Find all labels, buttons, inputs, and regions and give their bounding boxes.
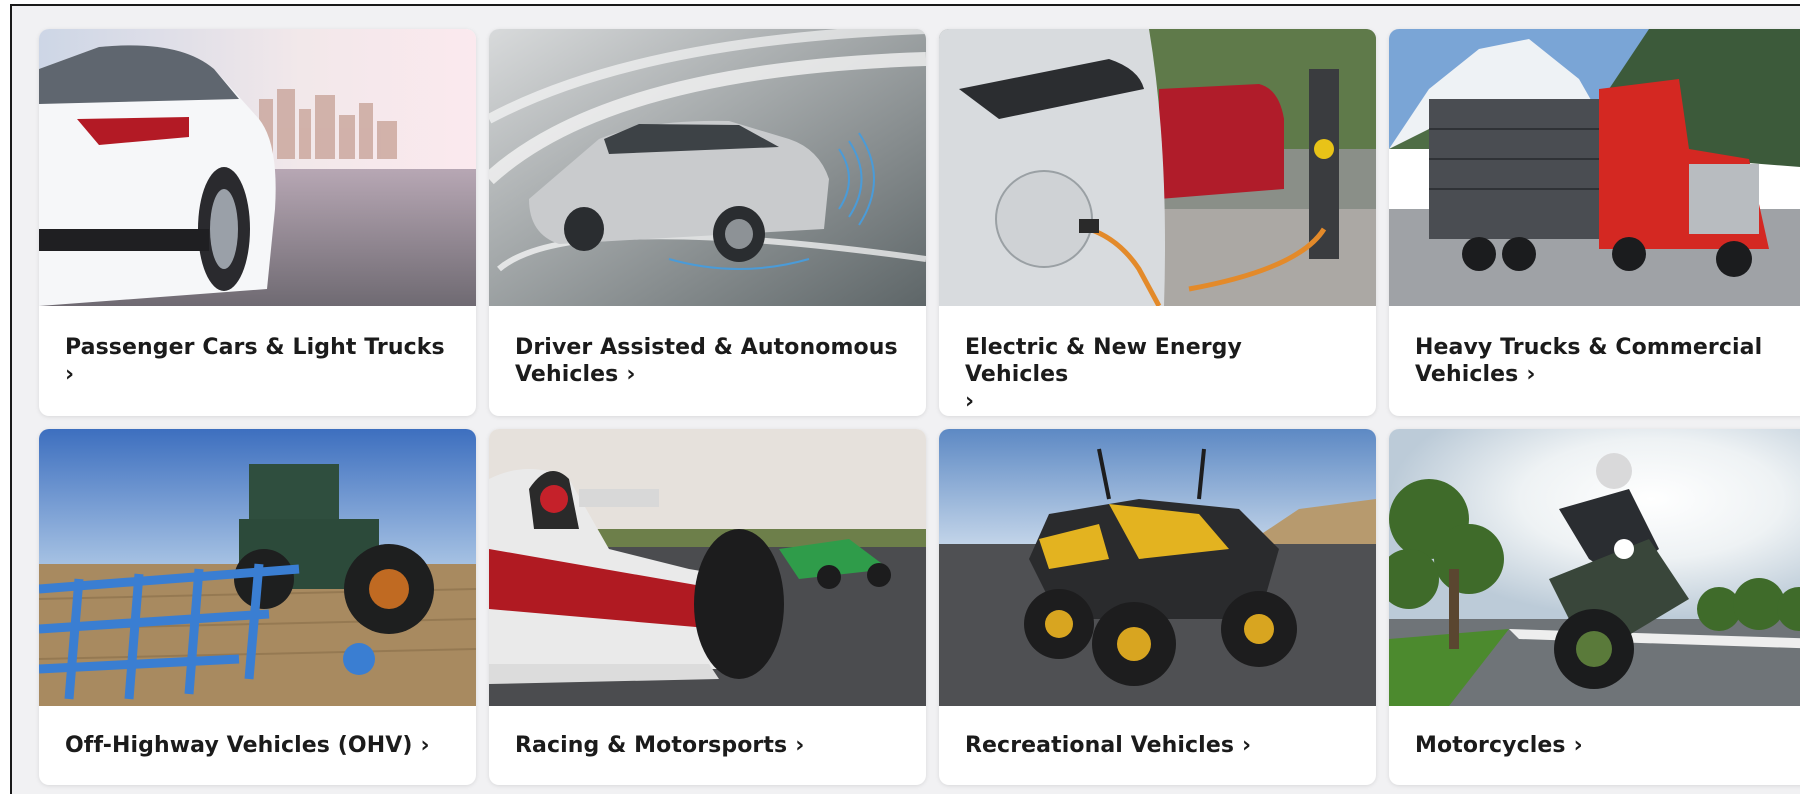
race-car-image	[489, 429, 926, 706]
category-card-recreational[interactable]: Recreational Vehicles ›	[939, 429, 1376, 785]
category-title: Electric & New Energy Vehicles ›	[965, 335, 1242, 414]
chevron-right-icon: ›	[795, 733, 805, 758]
chevron-right-icon: ›	[1242, 733, 1252, 758]
electric-vehicle-image	[939, 29, 1376, 306]
content-frame: Passenger Cars & Light Trucks › Driver A…	[10, 4, 1800, 794]
tractor-image	[39, 429, 476, 706]
category-card-passenger-cars[interactable]: Passenger Cars & Light Trucks ›	[39, 29, 476, 416]
category-card-motorcycles[interactable]: Motorcycles ›	[1389, 429, 1800, 785]
category-title: Passenger Cars & Light Trucks ›	[65, 335, 445, 387]
heavy-truck-image	[1389, 29, 1800, 306]
category-grid: Passenger Cars & Light Trucks › Driver A…	[39, 29, 1800, 785]
category-title: Off-Highway Vehicles (OHV) ›	[65, 733, 430, 758]
category-card-electric[interactable]: Electric & New Energy Vehicles ›	[939, 29, 1376, 416]
category-card-off-highway[interactable]: Off-Highway Vehicles (OHV) ›	[39, 429, 476, 785]
chevron-right-icon: ›	[65, 362, 75, 387]
category-card-autonomous[interactable]: Driver Assisted & Autonomous Vehicles ›	[489, 29, 926, 416]
chevron-right-icon: ›	[1573, 733, 1583, 758]
chevron-right-icon: ›	[420, 733, 430, 758]
category-card-heavy-trucks[interactable]: Heavy Trucks & Commercial Vehicles ›	[1389, 29, 1800, 416]
autonomous-car-image	[489, 29, 926, 306]
category-title: Heavy Trucks & Commercial Vehicles ›	[1415, 335, 1763, 387]
chevron-right-icon: ›	[626, 362, 636, 387]
category-card-racing[interactable]: Racing & Motorsports ›	[489, 429, 926, 785]
category-title: Motorcycles ›	[1415, 733, 1583, 758]
category-title: Racing & Motorsports ›	[515, 733, 805, 758]
chevron-right-icon: ›	[1526, 362, 1536, 387]
chevron-right-icon: ›	[965, 389, 975, 414]
motorcycle-image	[1389, 429, 1800, 706]
atv-image	[939, 429, 1376, 706]
passenger-car-image	[39, 29, 476, 306]
category-title: Recreational Vehicles ›	[965, 733, 1252, 758]
category-title: Driver Assisted & Autonomous Vehicles ›	[515, 335, 898, 387]
